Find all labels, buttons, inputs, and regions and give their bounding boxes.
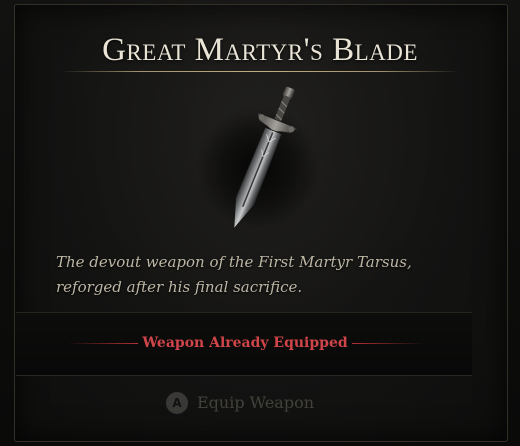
item-title: Great Martyr's Blade bbox=[102, 32, 418, 68]
status-divider-left bbox=[66, 343, 138, 344]
greatsword-icon bbox=[196, 86, 320, 231]
equip-weapon-label: Equip Weapon bbox=[197, 393, 314, 412]
equip-status: Weapon Already Equipped bbox=[142, 335, 348, 351]
title-divider bbox=[60, 71, 460, 72]
status-divider-right bbox=[352, 343, 424, 344]
a-button-icon: A bbox=[166, 392, 188, 414]
item-description: The devout weapon of the First Martyr Ta… bbox=[56, 253, 412, 296]
equip-weapon-button[interactable]: A Equip Weapon bbox=[166, 390, 314, 416]
